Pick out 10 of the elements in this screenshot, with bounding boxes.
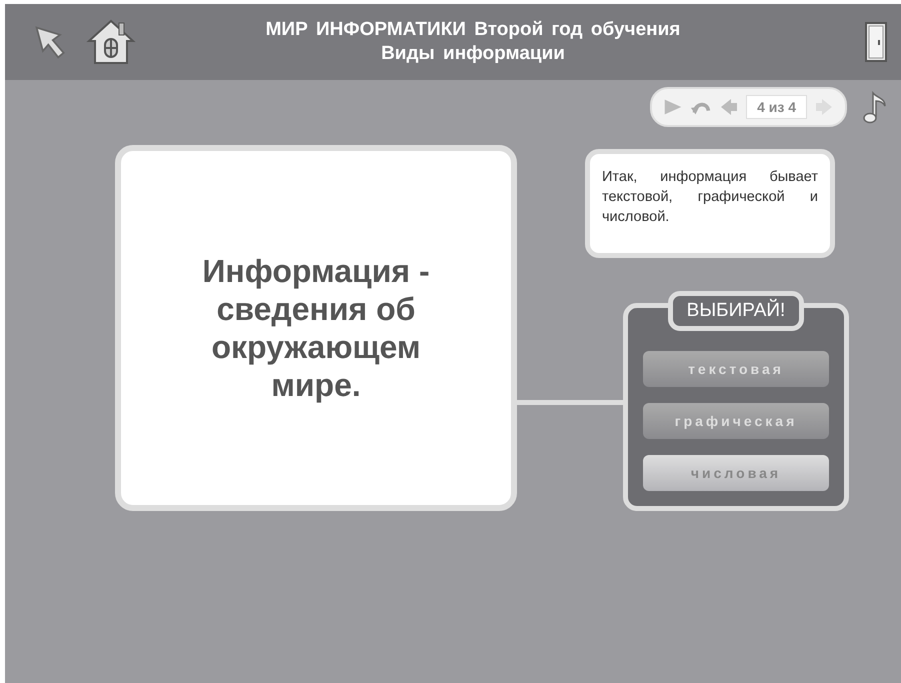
choice-title: ВЫБИРАЙ! — [668, 291, 804, 331]
page-title: МИР ИНФОРМАТИКИ Второй год обучения — [264, 18, 682, 42]
answer-button[interactable]: графическая — [643, 403, 829, 439]
page-subtitle: Виды информации — [380, 42, 566, 66]
summary-text: Итак, информация бывает текстовой, графической и числовой. — [602, 168, 818, 226]
definition-text: Информация - сведения об окружающем мире. — [201, 252, 431, 404]
door-icon[interactable] — [865, 22, 887, 62]
answer-button[interactable]: числовая — [643, 455, 829, 491]
page-counter: 4 из 4 — [746, 95, 807, 119]
answer-button[interactable]: текстовая — [643, 351, 829, 387]
